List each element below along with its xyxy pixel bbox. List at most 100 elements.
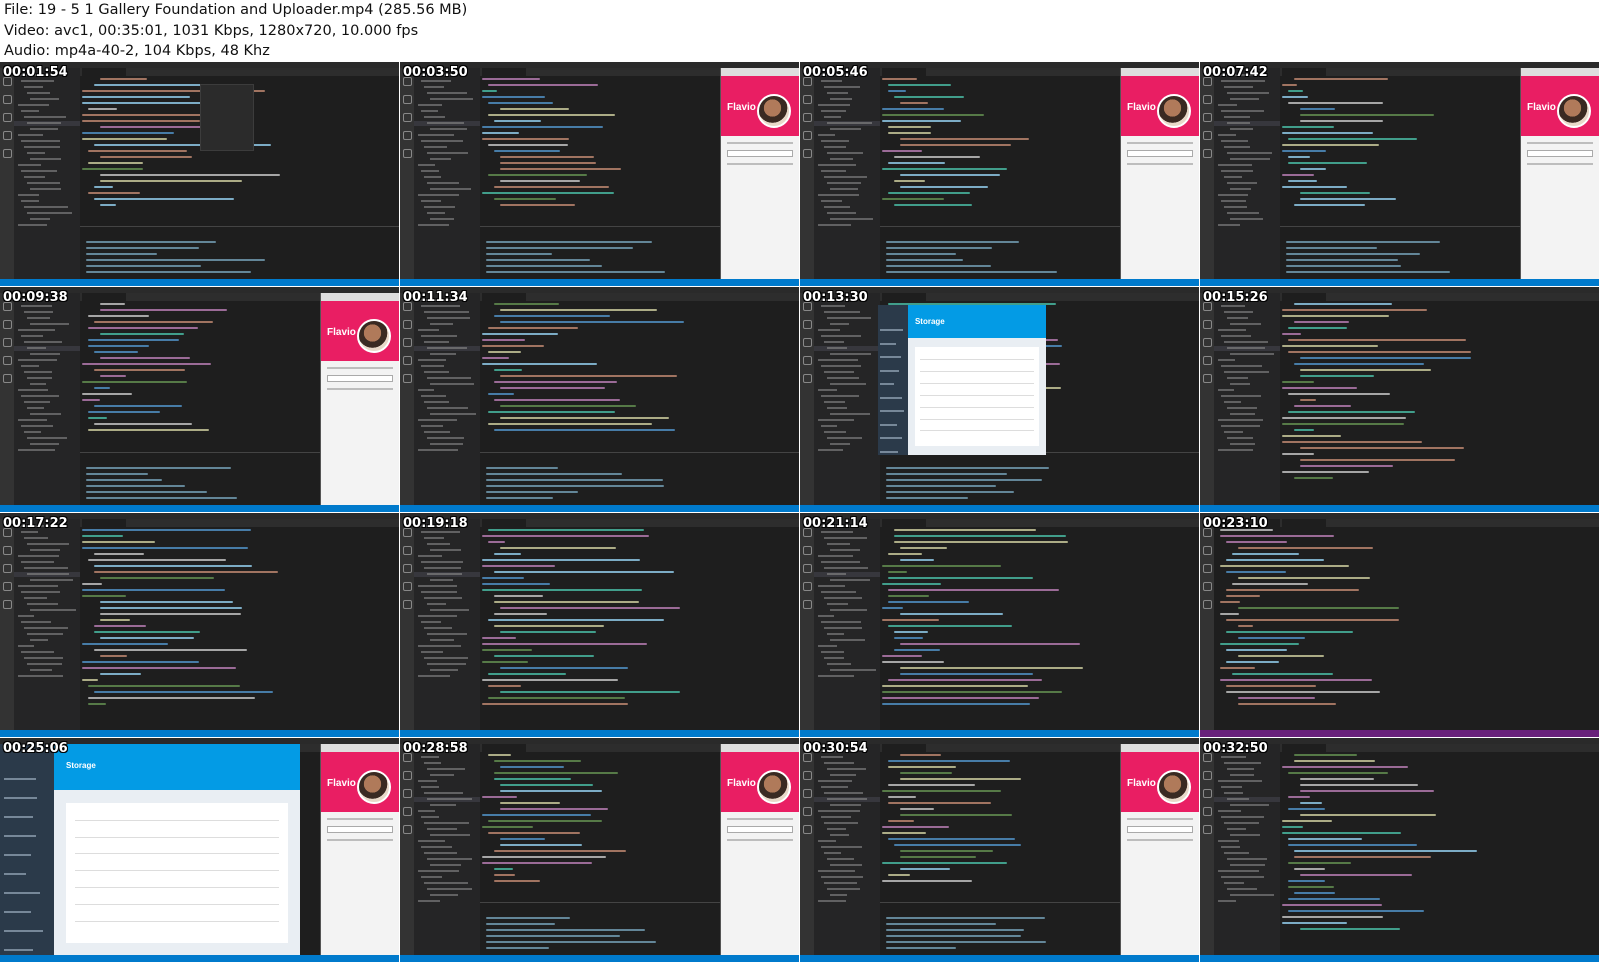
debug-icon[interactable] (2, 581, 12, 591)
git-icon[interactable] (2, 338, 12, 348)
git-icon[interactable] (402, 113, 412, 122)
explorer-item[interactable] (830, 803, 861, 806)
explorer-item[interactable] (18, 644, 35, 647)
explorer-item[interactable] (424, 761, 441, 764)
explorer-item[interactable] (30, 668, 52, 671)
extensions-icon[interactable] (402, 374, 412, 384)
explorer-item[interactable] (30, 578, 73, 581)
explorer-item[interactable] (1221, 80, 1265, 82)
explorer-item[interactable] (1230, 893, 1274, 896)
explorer-item[interactable] (21, 200, 39, 202)
extensions-icon[interactable] (802, 599, 812, 609)
search-icon[interactable] (402, 320, 412, 330)
explorer-item[interactable] (1224, 881, 1245, 884)
explorer-item[interactable] (1224, 176, 1242, 178)
explorer-item[interactable] (427, 152, 468, 154)
explorer-item[interactable] (818, 164, 857, 166)
explorer-item[interactable] (824, 311, 860, 314)
explorer-item[interactable] (430, 863, 462, 866)
explorer-item[interactable] (27, 542, 69, 545)
explorer-item[interactable] (424, 116, 445, 118)
explorer-item[interactable] (27, 662, 63, 665)
debug-icon[interactable] (402, 806, 412, 816)
firebase-nav-item[interactable] (4, 834, 37, 837)
explorer-item[interactable] (1230, 353, 1274, 356)
debug-icon[interactable] (2, 131, 12, 140)
explorer-item[interactable] (830, 863, 862, 866)
explorer-item[interactable] (424, 206, 455, 208)
explorer-item[interactable] (430, 98, 473, 100)
code-editor[interactable] (482, 303, 795, 451)
search-icon[interactable] (402, 95, 412, 104)
firebase-nav-item[interactable] (4, 796, 37, 799)
extensions-icon[interactable] (2, 149, 12, 158)
explorer-item[interactable] (824, 431, 847, 434)
explorer-item[interactable] (427, 797, 473, 800)
explorer-item[interactable] (818, 389, 837, 392)
explorer-item[interactable] (1218, 449, 1253, 452)
explorer-item[interactable] (821, 845, 863, 848)
explorer-item[interactable] (827, 857, 854, 860)
explorer-item[interactable] (827, 407, 847, 410)
file-input[interactable] (727, 150, 793, 157)
extensions-icon[interactable] (802, 374, 812, 384)
firebase-nav-item[interactable] (880, 410, 904, 413)
explorer-item[interactable] (824, 881, 858, 884)
explorer-item[interactable] (830, 383, 867, 386)
explorer-item[interactable] (818, 644, 838, 647)
explorer-item[interactable] (830, 128, 862, 130)
explorer-item[interactable] (424, 536, 445, 539)
explorer-item[interactable] (421, 815, 439, 818)
explorer-item[interactable] (18, 584, 59, 587)
explorer-item[interactable] (821, 335, 861, 338)
git-icon[interactable] (802, 338, 812, 348)
explorer-item[interactable] (1227, 122, 1251, 124)
firebase-nav-item[interactable] (4, 930, 43, 933)
explorer-item[interactable] (24, 86, 44, 88)
explorer-item[interactable] (827, 797, 867, 800)
file-input[interactable] (1127, 150, 1193, 157)
explorer-item[interactable] (421, 110, 438, 112)
explorer-item[interactable] (418, 554, 442, 557)
explorer-item[interactable] (827, 317, 871, 320)
explorer-item[interactable] (1218, 224, 1241, 226)
explorer-item[interactable] (1224, 761, 1262, 764)
explorer-item[interactable] (1224, 341, 1269, 344)
git-icon[interactable] (1202, 338, 1212, 348)
explorer-item[interactable] (1218, 869, 1259, 872)
explorer-item[interactable] (30, 413, 61, 416)
explorer-item[interactable] (1230, 863, 1265, 866)
explorer-item[interactable] (421, 875, 442, 878)
explorer-item[interactable] (18, 329, 55, 332)
explorer-item[interactable] (824, 791, 863, 794)
explorer-item[interactable] (418, 644, 462, 647)
explorer-item[interactable] (818, 104, 850, 106)
explorer-item[interactable] (1218, 104, 1237, 106)
explorer-item[interactable] (1230, 158, 1271, 160)
explorer-item[interactable] (821, 170, 847, 172)
explorer-item[interactable] (1230, 773, 1254, 776)
explorer-item[interactable] (824, 86, 861, 88)
explorer-item[interactable] (1227, 317, 1249, 320)
editor-tab[interactable] (82, 293, 126, 302)
explorer-item[interactable] (427, 827, 458, 830)
code-editor[interactable] (1282, 753, 1595, 952)
explorer-item[interactable] (424, 596, 462, 599)
search-icon[interactable] (1202, 320, 1212, 330)
explorer-item[interactable] (24, 656, 64, 659)
explorer-item[interactable] (1227, 827, 1246, 830)
explorer-item[interactable] (1230, 218, 1264, 220)
explorer-item[interactable] (430, 803, 456, 806)
explorer-item[interactable] (424, 431, 451, 434)
explorer-item[interactable] (21, 335, 44, 338)
explorer-item[interactable] (27, 92, 51, 94)
code-editor[interactable] (482, 78, 717, 226)
explorer-item[interactable] (824, 371, 855, 374)
explorer-item[interactable] (818, 224, 852, 226)
explorer-item[interactable] (821, 365, 862, 368)
explorer-item[interactable] (827, 347, 847, 350)
explorer-item[interactable] (430, 668, 459, 671)
debug-icon[interactable] (1202, 131, 1212, 140)
explorer-item[interactable] (427, 602, 447, 605)
explorer-item[interactable] (1218, 164, 1253, 166)
